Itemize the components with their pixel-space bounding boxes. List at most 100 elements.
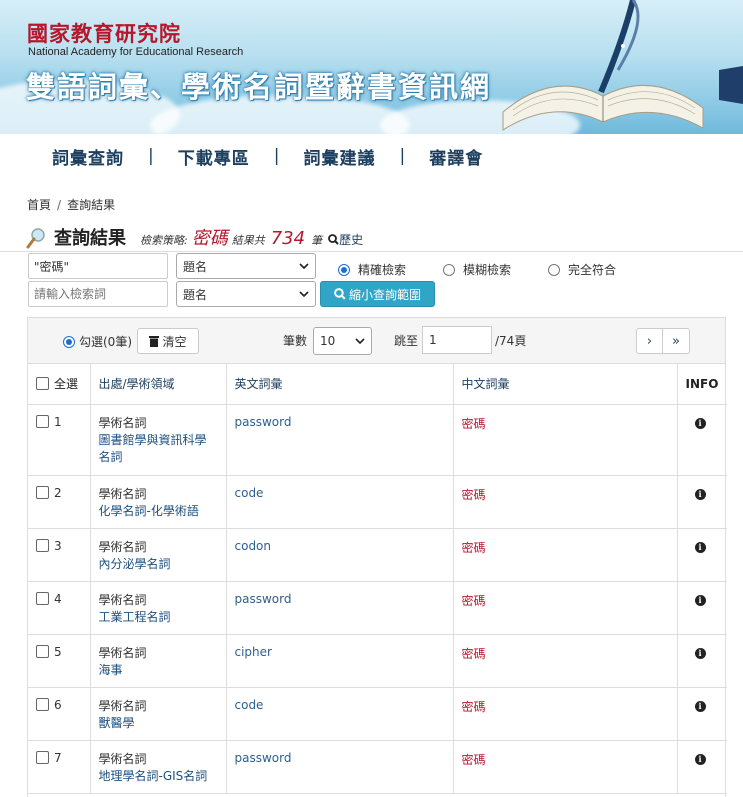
radio-fuzzy[interactable] [443, 263, 455, 276]
search-input-2[interactable] [28, 281, 168, 307]
breadcrumb: 首頁 / 查詢結果 [27, 198, 116, 212]
result-count: 734 [270, 228, 306, 249]
mode-fuzzy[interactable]: 模糊檢索 [443, 261, 511, 278]
row-english-term[interactable]: password [235, 751, 292, 765]
chevron-down-icon [299, 290, 309, 297]
site-header: 國家教育研究院 National Academy for Educational… [0, 0, 743, 134]
nav-term-suggestion[interactable]: 詞彙建議 [303, 144, 375, 169]
clear-button[interactable]: 清空 [137, 328, 199, 354]
row-checkbox[interactable] [36, 644, 49, 658]
page-title: 查詢結果 [54, 228, 126, 249]
row-term-type: 學術名詞 [98, 645, 147, 660]
row-field[interactable]: 工業工程名詞 [99, 609, 218, 626]
row-english-cell: password [226, 404, 454, 476]
next-page-button[interactable]: › [636, 328, 663, 354]
table-row: 4 學術名詞 工業工程名詞 password 密碼 i [28, 581, 727, 635]
trash-icon [149, 336, 160, 347]
row-english-cell: code [226, 475, 454, 529]
row-source-cell: 學術名詞 工業工程名詞 [90, 581, 227, 635]
row-info-cell: i [677, 475, 727, 529]
nav-download[interactable]: 下載專區 [178, 144, 250, 169]
search-input-1[interactable] [28, 253, 168, 279]
row-chinese-term[interactable]: 密碼 [462, 488, 486, 502]
row-select-cell: 7 [28, 740, 91, 794]
table-row: 5 學術名詞海事 cipher 密碼 i [28, 634, 727, 688]
row-chinese-cell: 密碼 [453, 404, 678, 476]
info-icon[interactable]: i [694, 753, 706, 765]
info-icon[interactable]: i [694, 417, 706, 429]
info-icon[interactable]: i [694, 488, 706, 500]
mode-full-match[interactable]: 完全符合 [548, 261, 616, 278]
last-page-button[interactable]: » [663, 328, 690, 354]
row-checkbox[interactable] [36, 538, 49, 552]
row-english-term[interactable]: cipher [235, 645, 272, 659]
row-number: 6 [54, 697, 62, 712]
row-field[interactable]: 海事 [99, 662, 218, 679]
row-field[interactable]: 地理學名詞-GIS名詞 [99, 768, 218, 785]
table-row: 3 學術名詞內分泌學名詞 codon 密碼 i [28, 528, 727, 582]
row-select-cell: 5 [28, 634, 91, 688]
radio-exact[interactable] [338, 263, 350, 276]
table-row: 1 學術名詞 圖書館學與資訊科學名詞 password 密碼 i [28, 404, 727, 476]
selected-count[interactable]: 勾選(0筆) [63, 333, 132, 350]
row-chinese-cell: 密碼 [453, 528, 678, 582]
row-checkbox[interactable] [36, 591, 49, 605]
strategy-label: 檢索策略: [140, 234, 188, 247]
row-field[interactable]: 化學名詞-化學術語 [99, 503, 218, 520]
nav-term-search[interactable]: 詞彙查詢 [52, 144, 124, 169]
search-icon [328, 234, 339, 245]
page-number-input[interactable]: 1 [422, 326, 492, 354]
row-select-cell: 4 [28, 581, 91, 635]
radio-full-match[interactable] [548, 263, 560, 276]
row-english-term[interactable]: password [235, 592, 292, 606]
row-english-term[interactable]: code [235, 486, 264, 500]
jump-label: 跳至 [394, 334, 419, 348]
row-chinese-term[interactable]: 密碼 [462, 647, 486, 661]
breadcrumb-home[interactable]: 首頁 [27, 198, 51, 212]
nav-review-committee[interactable]: 審譯會 [429, 144, 483, 169]
page-size-select[interactable]: 10 [313, 327, 372, 355]
chinese-header[interactable]: 中文詞彙 [453, 364, 678, 405]
select-all-header[interactable]: 全選 [28, 364, 91, 405]
history-link[interactable]: 歷史 [328, 231, 363, 248]
logo-english: National Academy for Educational Researc… [28, 46, 244, 58]
row-term-type: 學術名詞 [98, 539, 147, 554]
row-chinese-term[interactable]: 密碼 [462, 594, 486, 608]
radio-selected[interactable] [63, 335, 75, 348]
results-panel: 勾選(0筆) 清空 筆數 10 跳至 1 /74頁 › » 全選 出處/學術領域… [27, 317, 727, 797]
row-checkbox[interactable] [36, 414, 49, 428]
row-english-term[interactable]: code [235, 698, 264, 712]
row-checkbox[interactable] [36, 750, 49, 764]
row-number: 7 [54, 750, 62, 765]
row-info-cell: i [677, 528, 727, 582]
table-header-row: 全選 出處/學術領域 英文詞彙 中文詞彙 INFO [28, 364, 727, 405]
row-field[interactable]: 獸醫學 [99, 715, 218, 732]
info-icon[interactable]: i [694, 594, 706, 606]
narrow-search-button[interactable]: 縮小查詢範圍 [320, 281, 435, 307]
magnifier-icon [26, 227, 45, 248]
field-select-1[interactable]: 題名 [176, 253, 316, 279]
info-icon[interactable]: i [694, 647, 706, 659]
row-english-term[interactable]: codon [235, 539, 272, 553]
row-chinese-term[interactable]: 密碼 [462, 417, 486, 431]
row-field[interactable]: 內分泌學名詞 [99, 556, 218, 573]
row-source-cell: 學術名詞 獸醫學 [90, 687, 227, 741]
field-select-2[interactable]: 題名 [176, 281, 316, 307]
row-term-type: 學術名詞 [98, 751, 147, 766]
row-english-term[interactable]: password [235, 415, 292, 429]
row-source-cell: 學術名詞 化學名詞-化學術語 [90, 475, 227, 529]
row-chinese-term[interactable]: 密碼 [462, 541, 486, 555]
row-checkbox[interactable] [36, 485, 49, 499]
row-chinese-term[interactable]: 密碼 [462, 700, 486, 714]
mode-exact[interactable]: 精確檢索 [338, 261, 406, 278]
select-all-checkbox[interactable] [36, 377, 49, 391]
row-checkbox[interactable] [36, 697, 49, 711]
row-chinese-term[interactable]: 密碼 [462, 753, 486, 767]
row-select-cell: 3 [28, 528, 91, 582]
logo-text[interactable]: 國家教育研究院 [27, 18, 181, 48]
row-field[interactable]: 圖書館學與資訊科學名詞 [99, 432, 218, 466]
english-header[interactable]: 英文詞彙 [226, 364, 454, 405]
info-icon[interactable]: i [694, 700, 706, 712]
info-icon[interactable]: i [694, 541, 706, 553]
source-header[interactable]: 出處/學術領域 [90, 364, 227, 405]
